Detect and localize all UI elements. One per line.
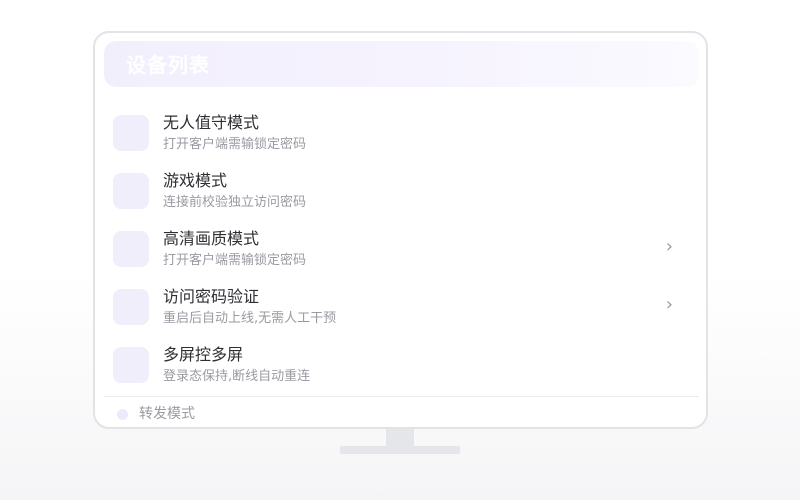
list-item[interactable]: 访问密码验证 重启后自动上线,无需人工干预 › bbox=[113, 287, 673, 337]
status-dot-icon bbox=[117, 409, 128, 420]
feature-icon bbox=[113, 347, 149, 383]
item-title: 多屏控多屏 bbox=[163, 345, 244, 364]
footer-divider bbox=[104, 396, 699, 397]
item-title: 无人值守模式 bbox=[163, 113, 260, 132]
page-title: 设备列表 bbox=[126, 53, 210, 77]
chevron-right-icon[interactable]: › bbox=[666, 238, 673, 256]
list-header: 设备列表 bbox=[104, 41, 699, 87]
item-subtitle: 重启后自动上线,无需人工干预 bbox=[163, 311, 337, 326]
item-subtitle: 打开客户端需输锁定密码 bbox=[163, 137, 307, 152]
list-item[interactable]: 无人值守模式 打开客户端需输锁定密码 bbox=[113, 113, 673, 163]
monitor-neck bbox=[386, 429, 414, 446]
illustration-stage: 设备列表 无人值守模式 打开客户端需输锁定密码 游戏模式 连接前校验独立访问密码… bbox=[0, 0, 800, 500]
list-item[interactable]: 游戏模式 连接前校验独立访问密码 bbox=[113, 171, 673, 221]
item-subtitle: 连接前校验独立访问密码 bbox=[163, 195, 307, 210]
monitor-screen: 设备列表 无人值守模式 打开客户端需输锁定密码 游戏模式 连接前校验独立访问密码… bbox=[93, 31, 708, 429]
feature-icon bbox=[113, 231, 149, 267]
item-subtitle: 打开客户端需输锁定密码 bbox=[163, 253, 307, 268]
item-title: 访问密码验证 bbox=[163, 287, 260, 306]
monitor-base bbox=[340, 446, 460, 454]
item-title: 高清画质模式 bbox=[163, 229, 260, 248]
list-item[interactable]: 高清画质模式 打开客户端需输锁定密码 › bbox=[113, 229, 673, 279]
footer-mode-label[interactable]: 转发模式 bbox=[139, 406, 195, 422]
item-title: 游戏模式 bbox=[163, 171, 228, 190]
feature-icon bbox=[113, 173, 149, 209]
feature-icon bbox=[113, 115, 149, 151]
list-item[interactable]: 多屏控多屏 登录态保持,断线自动重连 bbox=[113, 345, 673, 395]
item-subtitle: 登录态保持,断线自动重连 bbox=[163, 369, 311, 384]
chevron-right-icon[interactable]: › bbox=[666, 296, 673, 314]
feature-icon bbox=[113, 289, 149, 325]
